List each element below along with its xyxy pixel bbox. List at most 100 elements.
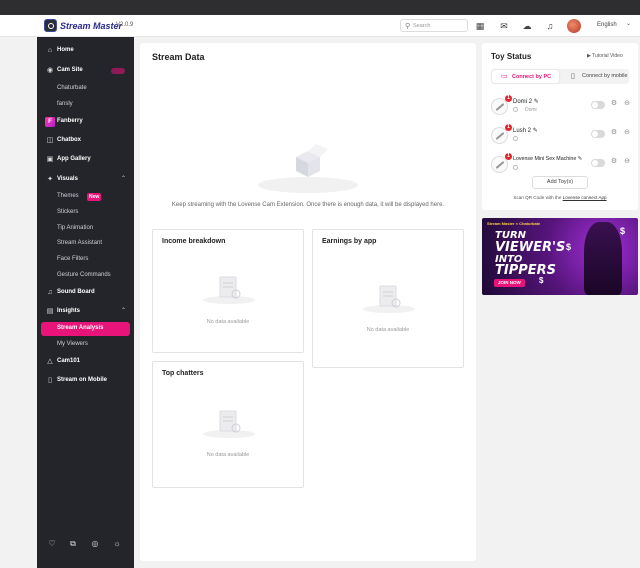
- tutorial-video-link[interactable]: ▶ Tutorial Video: [587, 53, 623, 59]
- toy-status-panel: Toy Status ▶ Tutorial Video ▭ Connect by…: [482, 43, 638, 210]
- connect-mode-tabs: ▭ Connect by PC ▯ Connect by mobile: [491, 69, 629, 84]
- edit-icon[interactable]: ✎: [578, 156, 582, 162]
- dollar-sign: $: [620, 226, 626, 236]
- theme-sun-icon[interactable]: ☼: [111, 538, 123, 550]
- toy-subname: Domi: [525, 107, 537, 113]
- sidebar-item-label: Visuals: [57, 176, 78, 182]
- mobile-icon: ▯: [571, 73, 575, 80]
- remove-icon[interactable]: ⊖: [622, 157, 632, 167]
- support-icon[interactable]: ◎: [89, 538, 101, 550]
- chevron-down-icon[interactable]: ⌄: [626, 20, 631, 27]
- banner-tag: Stream Master × Chaturbate: [487, 221, 541, 226]
- search-box[interactable]: ⚲ Search: [400, 19, 468, 32]
- gallery-icon: ▣: [46, 156, 54, 163]
- join-now-button[interactable]: JOIN NOW: [494, 279, 525, 287]
- tab-label: Connect by PC: [512, 74, 552, 80]
- heart-icon[interactable]: ♡: [46, 538, 58, 550]
- sidebar-item-label: fansly: [57, 101, 73, 107]
- no-data-label: No data available: [366, 327, 410, 333]
- scan-qr-hint: Scan QR Code with the Lovense connect Ap…: [482, 195, 638, 200]
- sidebar-item-face-filters[interactable]: Face Filters: [41, 253, 130, 267]
- sidebar-item-label: Fanberry: [57, 118, 83, 124]
- sidebar-item-label: Home: [57, 47, 74, 53]
- banner-headline-4: TIPPERS: [495, 263, 557, 278]
- sidebar-item-label: Stream Analysis: [57, 325, 104, 331]
- fanberry-icon: F: [45, 117, 55, 127]
- sidebar-item-fansly[interactable]: fansly: [41, 98, 130, 112]
- sidebar-item-label: Cam101: [57, 358, 81, 364]
- remove-icon[interactable]: ⊖: [622, 99, 632, 109]
- add-toys-button[interactable]: Add Toy(s): [532, 176, 588, 189]
- settings-icon[interactable]: ⚙: [609, 99, 619, 109]
- settings-icon[interactable]: ⚙: [609, 128, 619, 138]
- toy-toggle[interactable]: [591, 101, 605, 109]
- stream-data-panel: Stream Data Keep streaming with the Love…: [140, 43, 476, 561]
- sidebar-item-app-gallery[interactable]: ▣ App Gallery: [41, 153, 130, 167]
- sidebar-item-label: Face Filters: [57, 256, 89, 262]
- app-version: V2.0.9: [116, 22, 134, 28]
- top-chatters-card: Top chatters No data available: [152, 361, 304, 488]
- sidebar-item-chaturbate[interactable]: Chaturbate: [41, 82, 130, 96]
- sidebar-item-stickers[interactable]: Stickers: [41, 206, 130, 220]
- sidebar-item-fanberry[interactable]: F Fanberry: [41, 115, 130, 129]
- sidebar-item-sound-board[interactable]: ♫ Sound Board: [41, 286, 130, 300]
- sidebar-item-gesture-commands[interactable]: Gesture Commands: [41, 269, 130, 283]
- toy-alert-badge: 1: [505, 153, 512, 160]
- settings-icon[interactable]: ⚙: [609, 157, 619, 167]
- toy-status-title: Toy Status: [491, 52, 532, 61]
- sidebar-item-my-viewers[interactable]: My Viewers: [41, 338, 130, 352]
- empty-state-message: Keep streaming with the Lovense Cam Exte…: [171, 202, 445, 208]
- income-breakdown-card: Income breakdown No data available: [152, 229, 304, 353]
- sidebar: ⌂ Home ◉ Cam Site Chaturbate fansly F Fa…: [37, 37, 134, 568]
- toy-status-dot: [513, 165, 518, 170]
- empty-box-illustration: [258, 144, 358, 193]
- sidebar-item-label: Insights: [57, 308, 81, 314]
- edit-icon[interactable]: ✎: [533, 128, 538, 134]
- sidebar-item-home[interactable]: ⌂ Home: [41, 44, 130, 58]
- dollar-sign: $: [566, 242, 572, 252]
- lovense-connect-link[interactable]: Lovense connect App: [563, 195, 607, 200]
- sidebar-item-label: Gesture Commands: [57, 272, 111, 278]
- export-icon[interactable]: ⧉: [67, 538, 79, 550]
- tab-connect-by-pc[interactable]: ▭ Connect by PC: [492, 70, 559, 83]
- sidebar-item-stream-on-mobile[interactable]: ▯ Stream on Mobile: [41, 374, 130, 388]
- card-title: Top chatters: [162, 370, 204, 377]
- language-selector[interactable]: English: [597, 22, 617, 28]
- stream-master-logo: [44, 19, 57, 32]
- card-title: Earnings by app: [322, 238, 377, 245]
- toy-name: Lush 2 ✎: [513, 127, 538, 134]
- dollar-sign: $: [539, 276, 544, 285]
- bell-icon[interactable]: ♫: [544, 20, 556, 32]
- earnings-by-app-card: Earnings by app No data available: [312, 229, 464, 368]
- promo-banner[interactable]: Stream Master × Chaturbate TURN VIEWER'S…: [482, 218, 638, 295]
- sidebar-item-chatbox[interactable]: ◫ Chatbox: [41, 134, 130, 148]
- empty-document-icon: [363, 285, 415, 313]
- edit-icon[interactable]: ✎: [534, 99, 539, 105]
- book-icon[interactable]: ▦: [474, 20, 486, 32]
- sidebar-item-insights[interactable]: ▤ Insights ⌃: [41, 305, 130, 319]
- remove-icon[interactable]: ⊖: [622, 128, 632, 138]
- graduation-icon: △: [47, 358, 53, 365]
- search-icon: ⚲: [405, 23, 411, 30]
- mobile-icon: ▯: [48, 377, 52, 384]
- user-avatar[interactable]: [567, 19, 581, 33]
- sidebar-item-label: Tip Animation: [57, 225, 94, 231]
- sidebar-item-themes[interactable]: Themes New: [41, 190, 130, 204]
- sidebar-item-label: Themes: [57, 193, 79, 199]
- sidebar-item-label: App Gallery: [57, 156, 91, 162]
- sidebar-item-cam-site[interactable]: ◉ Cam Site: [41, 64, 130, 78]
- sidebar-item-tip-animation[interactable]: Tip Animation: [41, 222, 130, 236]
- toy-alert-badge: 1: [505, 124, 512, 131]
- sidebar-item-cam101[interactable]: △ Cam101: [41, 355, 130, 369]
- toy-toggle[interactable]: [591, 130, 605, 138]
- toy-status-dot: [513, 136, 518, 141]
- chat-icon[interactable]: ✉: [498, 20, 510, 32]
- sidebar-item-stream-assistant[interactable]: Stream Assistant: [41, 237, 130, 251]
- sidebar-item-visuals[interactable]: ✦ Visuals ⌃: [41, 173, 130, 187]
- upload-cloud-icon[interactable]: ☁: [521, 20, 533, 32]
- sidebar-item-stream-analysis[interactable]: Stream Analysis: [41, 322, 130, 336]
- no-data-label: No data available: [206, 452, 250, 458]
- sidebar-item-label: Chatbox: [57, 137, 81, 143]
- search-placeholder[interactable]: Search: [413, 23, 430, 29]
- toy-toggle[interactable]: [591, 159, 605, 167]
